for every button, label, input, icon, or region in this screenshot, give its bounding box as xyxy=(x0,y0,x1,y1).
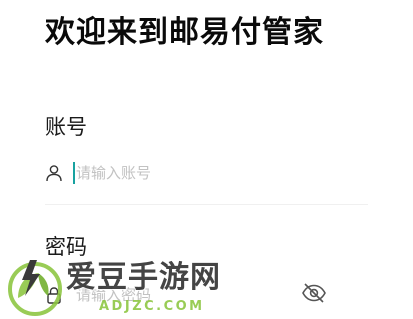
account-label: 账号 xyxy=(45,115,87,139)
watermark: 爱豆手游网 ADJZC.COM xyxy=(6,254,246,319)
account-input-row[interactable] xyxy=(45,158,368,188)
account-input[interactable] xyxy=(75,160,296,186)
eye-off-icon[interactable] xyxy=(301,282,327,304)
watermark-brand: 爱豆手游网 xyxy=(66,260,221,295)
account-divider xyxy=(45,204,368,205)
watermark-logo-icon xyxy=(8,260,62,316)
watermark-domain: ADJZC.COM xyxy=(99,299,205,314)
page-title: 欢迎来到邮易付管家 xyxy=(45,15,324,50)
user-icon xyxy=(46,165,62,182)
